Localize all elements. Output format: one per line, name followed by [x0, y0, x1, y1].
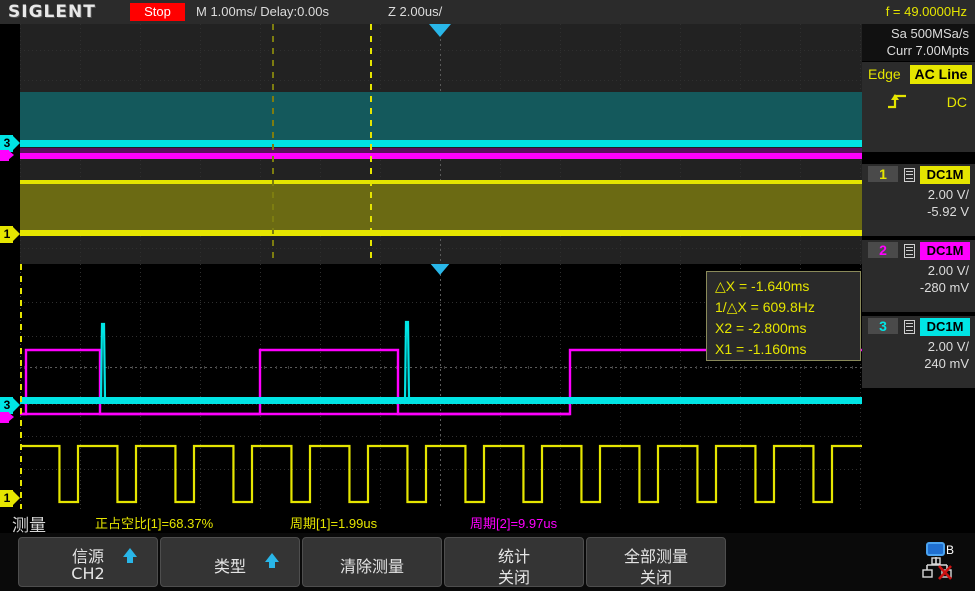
channel-1-offset[interactable]: -5.92 V — [862, 203, 975, 220]
cursor-inv-delta-x: 1/△X = 609.8Hz — [715, 299, 815, 315]
menu-statistics-value: 关闭 — [497, 568, 530, 587]
trigger-panel[interactable]: Edge AC Line DC — [862, 62, 975, 152]
trigger-source-label[interactable]: AC Line — [910, 65, 972, 84]
menu-button-all-measure[interactable]: 全部测量 关闭 — [586, 537, 726, 587]
cursor-x1: X1 = -1.160ms — [715, 341, 807, 357]
channel-2-panel[interactable]: 2 DC1M 2.00 V/ -280 mV — [862, 240, 975, 312]
channel-1-number[interactable]: 1 — [868, 166, 898, 182]
rising-edge-icon — [888, 94, 906, 109]
menu-source-value: CH2 — [71, 564, 105, 583]
right-sidebar: Sa 500MSa/s Curr 7.00Mpts Edge AC Line D… — [862, 24, 975, 509]
ch1-main-band — [20, 184, 862, 232]
cursor-x2: X2 = -2.800ms — [715, 320, 807, 336]
channel-2-number[interactable]: 2 — [868, 242, 898, 258]
trigger-position-marker-main[interactable] — [429, 24, 451, 37]
channel-3-coupling[interactable]: DC1M — [920, 318, 970, 336]
cursor-x2-main[interactable] — [272, 24, 274, 264]
bandwidth-icon[interactable] — [904, 244, 915, 258]
cursor-delta-x: △X = -1.640ms — [715, 278, 810, 294]
channel-3-panel[interactable]: 3 DC1M 2.00 V/ 240 mV — [862, 316, 975, 388]
ch1-pointer-main[interactable]: 1 — [0, 226, 20, 243]
channel-1-coupling[interactable]: DC1M — [920, 166, 970, 184]
chevron-up-icon — [265, 553, 279, 562]
svg-text:B: B — [946, 543, 954, 557]
oscilloscope-screen: SIGLENT Stop M 1.00ms/ Delay:0.00s Z 2.0… — [0, 0, 975, 591]
trigger-type-label[interactable]: Edge — [868, 66, 901, 82]
memory-depth-label: Curr 7.00Mpts — [886, 43, 969, 58]
main-timebase-label[interactable]: M 1.00ms/ Delay:0.00s — [196, 4, 329, 19]
menu-button-source[interactable]: 信源 CH2 — [18, 537, 158, 587]
network-disconnected-icon[interactable]: B — [919, 539, 965, 585]
menu-button-clear-measure[interactable]: 清除测量 — [302, 537, 442, 587]
siglent-logo: SIGLENT — [8, 2, 96, 22]
ch3-main-trace — [20, 140, 862, 147]
measurement-item-duty[interactable]: 正占空比[1]=68.37% — [95, 513, 213, 532]
measurement-strip: 测量 正占空比[1]=68.37% 周期[1]=1.99us 周期[2]=9.9… — [0, 509, 975, 536]
top-status-bar: SIGLENT Stop M 1.00ms/ Delay:0.00s Z 2.0… — [0, 0, 975, 25]
ch1-main-trace-top — [20, 180, 862, 184]
menu-button-statistics[interactable]: 统计 关闭 — [444, 537, 584, 587]
chevron-up-icon — [123, 548, 137, 557]
ch1-main-trace-bottom — [20, 230, 862, 236]
channel-2-scale[interactable]: 2.00 V/ — [862, 262, 975, 279]
channel-2-offset[interactable]: -280 mV — [862, 279, 975, 296]
channel-3-scale[interactable]: 2.00 V/ — [862, 338, 975, 355]
menu-button-type[interactable]: 类型 — [160, 537, 300, 587]
measurement-item-period-1[interactable]: 周期[1]=1.99us — [290, 513, 377, 532]
channel-2-coupling[interactable]: DC1M — [920, 242, 970, 260]
trigger-coupling-label[interactable]: DC — [947, 94, 967, 110]
channel-3-number[interactable]: 3 — [868, 318, 898, 334]
ch2-pointer-zoom[interactable] — [0, 412, 14, 423]
trigger-position-marker-zoom[interactable] — [429, 264, 451, 275]
sample-rate-label: Sa 500MSa/s — [890, 26, 969, 41]
bottom-menu-bar: 信源 CH2 类型 清除测量 统计 关闭 全部测量 关闭 B — [0, 533, 975, 591]
main-view[interactable] — [0, 24, 862, 264]
cursor-readout-box: △X = -1.640ms 1/△X = 609.8Hz X2 = -2.800… — [706, 271, 861, 361]
acquisition-info: Sa 500MSa/s Curr 7.00Mpts — [862, 24, 975, 61]
cursor-x1-zoom[interactable] — [20, 264, 22, 509]
menu-all-measure-value: 关闭 — [639, 568, 672, 587]
bandwidth-icon[interactable] — [904, 320, 915, 334]
left-rail — [0, 24, 20, 509]
measurement-item-period-2[interactable]: 周期[2]=9.97us — [470, 513, 557, 532]
channel-3-offset[interactable]: 240 mV — [862, 355, 975, 372]
ch3-main-band — [20, 92, 862, 147]
cursor-x1-main[interactable] — [370, 24, 372, 264]
ch2-main-trace — [20, 153, 862, 159]
channel-1-panel[interactable]: 1 DC1M 2.00 V/ -5.92 V — [862, 164, 975, 236]
frequency-counter: f = 49.0000Hz — [885, 4, 967, 19]
run-stop-indicator[interactable]: Stop — [130, 3, 185, 21]
ch1-pointer-zoom[interactable]: 1 — [0, 490, 20, 507]
channel-1-scale[interactable]: 2.00 V/ — [862, 186, 975, 203]
waveform-display[interactable]: 3 1 3 1 △X = -1.640ms 1/△X = 609.8Hz X2 … — [0, 24, 862, 509]
ch2-pointer-main[interactable] — [0, 150, 14, 161]
zoom-timebase-label[interactable]: Z 2.00us/ — [388, 4, 442, 19]
bandwidth-icon[interactable] — [904, 168, 915, 182]
menu-clear-measure-label: 清除测量 — [339, 557, 404, 576]
